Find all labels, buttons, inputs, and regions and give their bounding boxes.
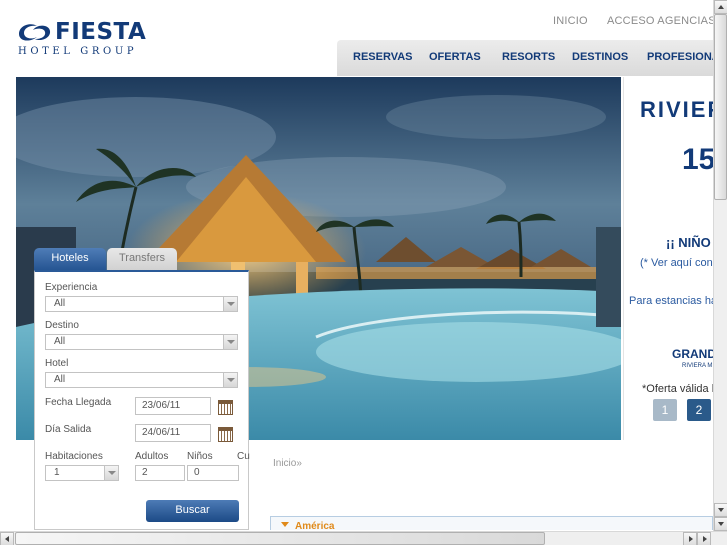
tab-transfers[interactable]: Transfers bbox=[107, 248, 177, 272]
salida-label: Día Salida bbox=[45, 424, 92, 435]
vertical-scrollbar[interactable] bbox=[713, 0, 727, 531]
habitaciones-value: 1 bbox=[54, 467, 60, 478]
experiencia-select[interactable]: All bbox=[45, 296, 238, 312]
habitaciones-select[interactable]: 1 bbox=[45, 465, 119, 481]
promo-page-1[interactable]: 1 bbox=[653, 399, 677, 421]
triangle-down-icon bbox=[281, 522, 289, 527]
horizontal-scroll-thumb[interactable] bbox=[15, 532, 545, 545]
ninos-input[interactable]: 0 bbox=[187, 465, 239, 481]
promo-number: 15 bbox=[682, 143, 713, 176]
nav-profesionales[interactable]: PROFESIONA bbox=[647, 51, 713, 63]
logo-subtitle: HOTEL GROUP bbox=[18, 46, 138, 57]
cunas-label: Cu bbox=[237, 451, 250, 462]
top-link-inicio[interactable]: INICIO bbox=[553, 14, 588, 28]
chevron-down-icon[interactable] bbox=[223, 335, 237, 349]
horizontal-scrollbar[interactable] bbox=[0, 531, 727, 545]
scroll-right-icon[interactable] bbox=[683, 532, 697, 545]
promo-note-link[interactable]: (* Ver aquí con bbox=[640, 257, 713, 269]
hotel-search-form: Experiencia All Destino All Hotel All Fe… bbox=[34, 270, 250, 530]
fiesta-logo[interactable]: FIESTA HOTEL GROUP bbox=[15, 18, 147, 60]
scroll-right-icon[interactable] bbox=[697, 532, 711, 545]
main-nav: RESERVAS OFERTAS RESORTS DESTINOS PROFES… bbox=[337, 40, 713, 76]
habitaciones-label: Habitaciones bbox=[45, 451, 103, 462]
promo-title: RIVIEF bbox=[640, 97, 713, 122]
hotel-value: All bbox=[54, 374, 66, 385]
accordion-america[interactable]: América bbox=[270, 516, 713, 532]
breadcrumb[interactable]: Inicio» bbox=[273, 458, 302, 469]
fiesta-logo-icon bbox=[19, 24, 51, 41]
llegada-label: Fecha Llegada bbox=[45, 397, 112, 408]
scroll-down-icon[interactable] bbox=[714, 503, 727, 517]
hotel-label: Hotel bbox=[45, 358, 69, 369]
logo-name: FIESTA bbox=[55, 19, 147, 45]
buscar-button[interactable]: Buscar bbox=[146, 500, 239, 522]
promo-banner[interactable]: RIVIEF 15 ¡¡ NIÑO (* Ver aquí con Para e… bbox=[623, 77, 713, 440]
promo-valid: *Oferta válida h bbox=[642, 383, 713, 395]
calendar-icon[interactable] bbox=[218, 427, 233, 442]
nav-resorts[interactable]: RESORTS bbox=[502, 51, 555, 63]
calendar-icon[interactable] bbox=[218, 400, 233, 415]
tab-hoteles[interactable]: Hoteles bbox=[34, 248, 106, 272]
nav-reservas[interactable]: RESERVAS bbox=[353, 51, 413, 63]
scroll-down-icon[interactable] bbox=[714, 517, 727, 531]
nav-ofertas[interactable]: OFERTAS bbox=[429, 51, 481, 63]
adultos-label: Adultos bbox=[135, 451, 169, 462]
destino-label: Destino bbox=[45, 320, 79, 331]
scroll-left-icon[interactable] bbox=[0, 532, 14, 545]
nav-destinos[interactable]: DESTINOS bbox=[572, 51, 628, 63]
destino-value: All bbox=[54, 336, 66, 347]
chevron-down-icon[interactable] bbox=[223, 373, 237, 387]
chevron-down-icon[interactable] bbox=[223, 297, 237, 311]
salida-date-input[interactable]: 24/06/11 bbox=[135, 424, 211, 442]
top-link-acceso-agencias[interactable]: ACCESO AGENCIAS bbox=[607, 14, 716, 28]
vertical-scroll-thumb[interactable] bbox=[714, 14, 727, 200]
ninos-label: Niños bbox=[187, 451, 213, 462]
promo-kids: ¡¡ NIÑO bbox=[666, 235, 711, 250]
experiencia-label: Experiencia bbox=[45, 282, 98, 293]
experiencia-value: All bbox=[54, 298, 66, 309]
promo-hotel: GRAND bbox=[672, 347, 713, 361]
llegada-date-input[interactable]: 23/06/11 bbox=[135, 397, 211, 415]
hotel-select[interactable]: All bbox=[45, 372, 238, 388]
promo-hotel-sub: RIVIERA M bbox=[682, 363, 713, 369]
promo-stays: Para estancias ha bbox=[629, 295, 713, 307]
adultos-input[interactable]: 2 bbox=[135, 465, 185, 481]
promo-page-2[interactable]: 2 bbox=[687, 399, 711, 421]
destino-select[interactable]: All bbox=[45, 334, 238, 350]
chevron-down-icon[interactable] bbox=[104, 466, 118, 480]
scroll-up-icon[interactable] bbox=[714, 0, 727, 14]
